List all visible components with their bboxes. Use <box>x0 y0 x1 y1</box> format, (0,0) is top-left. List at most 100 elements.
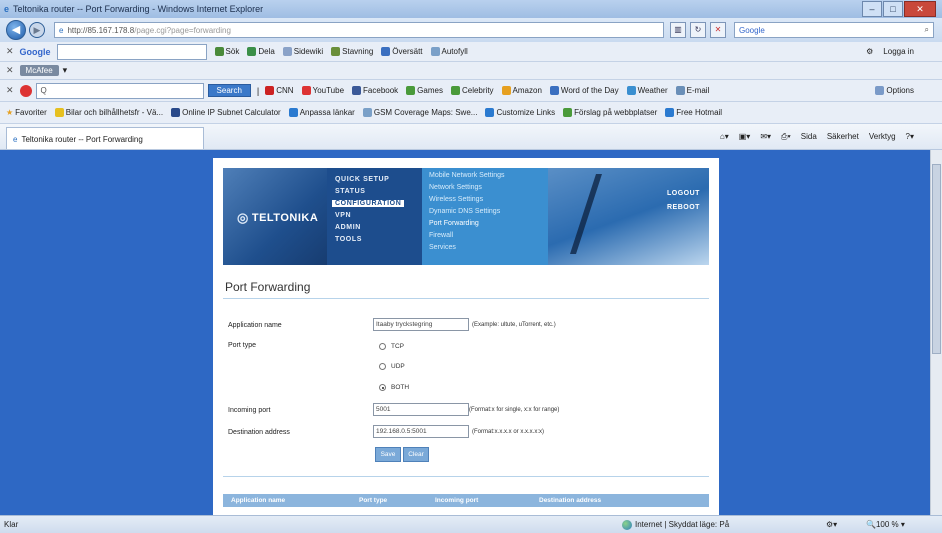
window-controls: – □ ✕ <box>861 1 936 17</box>
toolbar-search-button[interactable]: Search <box>207 84 251 97</box>
clear-button[interactable]: Clear <box>403 447 429 462</box>
mail-icon[interactable]: ✉▾ <box>760 132 771 141</box>
router-page: ◎ TELTONIKA QUICK SETUP STATUS CONFIGURAT… <box>213 158 719 515</box>
sign-in-link[interactable]: Logga in <box>883 47 914 56</box>
home-icon[interactable]: ⌂▾ <box>720 132 729 141</box>
subnav-mobile-network[interactable]: Mobile Network Settings <box>429 172 504 179</box>
print-icon[interactable]: ⎙▾ <box>781 132 791 142</box>
link-celebrity[interactable]: Celebrity <box>450 86 494 95</box>
search-icon[interactable]: ⌕ <box>925 25 929 35</box>
compat-view-icon[interactable]: ▥ <box>670 22 686 38</box>
status-text: Klar <box>4 520 19 529</box>
options-button[interactable]: Options <box>875 86 914 95</box>
google-brand: Google <box>19 46 51 57</box>
share-button[interactable]: Dela <box>247 47 275 56</box>
subnav-services[interactable]: Services <box>429 244 456 251</box>
reboot-link[interactable]: REBOOT <box>667 204 700 211</box>
link-games[interactable]: Games <box>406 86 443 95</box>
status-bar: Klar Internet | Skyddat läge: På ⚙▾ 🔍100… <box>0 515 942 533</box>
forward-button[interactable]: ▶ <box>29 22 45 38</box>
nav-status[interactable]: STATUS <box>335 188 366 195</box>
google-logo: Google <box>739 25 765 35</box>
link-email[interactable]: E-mail <box>675 86 709 95</box>
link-cnn[interactable]: CNN <box>265 86 294 95</box>
radio-udp[interactable]: UDP <box>379 363 405 370</box>
minimize-button[interactable]: – <box>862 1 882 17</box>
wrench-icon[interactable]: ⚙ <box>866 47 873 56</box>
link-youtube[interactable]: YouTube <box>301 86 344 95</box>
zoom-level[interactable]: 🔍100 % ▾ <box>866 520 905 529</box>
toolbar-search-input[interactable]: Q <box>35 82 204 99</box>
link-weather[interactable]: Weather <box>626 86 668 95</box>
nav-admin[interactable]: ADMIN <box>335 224 361 231</box>
subnav-wireless[interactable]: Wireless Settings <box>429 196 483 203</box>
link-word-of-the-day[interactable]: Word of the Day <box>549 86 619 95</box>
nav-configuration[interactable]: CONFIGURATION <box>332 200 405 207</box>
nav-tools[interactable]: TOOLS <box>335 236 362 243</box>
radio-both[interactable]: BOTH <box>379 384 409 391</box>
favorites-button[interactable]: ★ Favoriter <box>6 108 47 117</box>
translate-button[interactable]: Översätt <box>381 47 423 56</box>
mcafee-button[interactable]: McAfee <box>19 65 59 76</box>
page-icon: e <box>13 134 18 144</box>
fav-item[interactable]: Bilar och bilhållhetsfr - Vä... <box>54 108 163 117</box>
maximize-button[interactable]: □ <box>883 1 903 17</box>
address-input[interactable]: e http://85.167.178.8 /page.cgi?page=for… <box>54 22 664 38</box>
sidewiki-button[interactable]: Sidewiki <box>282 47 323 56</box>
tab-active[interactable]: e Teltonika router -- Port Forwarding <box>6 127 204 149</box>
refresh-icon[interactable]: ↻ <box>690 22 706 38</box>
chevron-down-icon[interactable]: ▾ <box>63 65 68 76</box>
web-search-input[interactable]: Google ⌕ <box>734 22 934 38</box>
fav-item[interactable]: GSM Coverage Maps: Swe... <box>362 108 477 117</box>
nav-quick-setup[interactable]: QUICK SETUP <box>335 176 389 183</box>
google-search-input[interactable] <box>56 43 207 60</box>
vertical-scrollbar[interactable] <box>930 150 942 515</box>
radio-label: UDP <box>391 363 405 370</box>
scrollbar-thumb[interactable] <box>932 164 941 354</box>
close-toolbar-icon[interactable]: ✕ <box>6 46 14 57</box>
close-button[interactable]: ✕ <box>904 1 936 17</box>
radio-tcp[interactable]: TCP <box>379 343 404 350</box>
logout-link[interactable]: LOGOUT <box>667 190 700 197</box>
page-menu[interactable]: Sida <box>801 132 817 141</box>
nav-vpn[interactable]: VPN <box>335 212 351 219</box>
spellcheck-button[interactable]: Stavning <box>331 47 373 56</box>
radio-label: TCP <box>391 343 404 350</box>
app-name-input[interactable]: Itaaby tryckstegring <box>373 318 469 331</box>
radio-circle <box>379 363 386 370</box>
fav-item[interactable]: Online IP Subnet Calculator <box>171 108 281 117</box>
subnav-firewall[interactable]: Firewall <box>429 232 453 239</box>
divider <box>223 476 709 477</box>
fav-item[interactable]: Förslag på webbplatser <box>563 108 657 117</box>
fav-item[interactable]: Customize Links <box>485 108 555 117</box>
link-amazon[interactable]: Amazon <box>501 86 542 95</box>
close-toolbar-icon[interactable]: ✕ <box>6 85 14 96</box>
incoming-port-input[interactable]: 5001 <box>373 403 469 416</box>
incoming-port-label: Incoming port <box>228 407 271 414</box>
subnav-ddns[interactable]: Dynamic DNS Settings <box>429 208 500 215</box>
google-search-button[interactable]: Sök <box>214 47 239 56</box>
fav-item[interactable]: Anpassa länkar <box>288 108 355 117</box>
feeds-icon[interactable]: ▣▾ <box>739 132 751 141</box>
help-icon[interactable]: ?▾ <box>906 132 914 141</box>
stop-icon[interactable]: ✕ <box>710 22 726 38</box>
fav-item[interactable]: Free Hotmail <box>665 108 722 117</box>
destination-input[interactable]: 192.168.0.5:5001 <box>373 425 469 438</box>
toolbar-logo-icon <box>19 84 32 97</box>
subnav-network[interactable]: Network Settings <box>429 184 482 191</box>
safety-menu[interactable]: Säkerhet <box>827 132 859 141</box>
page-viewport: ◎ TELTONIKA QUICK SETUP STATUS CONFIGURAT… <box>0 150 930 515</box>
close-toolbar-icon[interactable]: ✕ <box>6 65 14 76</box>
address-actions: ▥ ↻ ✕ <box>668 22 728 38</box>
security-zone[interactable]: Internet | Skyddat läge: På <box>622 519 729 530</box>
address-row: ◀ ▶ e http://85.167.178.8 /page.cgi?page… <box>0 18 942 42</box>
autofill-button[interactable]: Autofyll <box>430 47 468 56</box>
globe-icon <box>622 519 632 530</box>
link-facebook[interactable]: Facebook <box>352 86 398 95</box>
back-button[interactable]: ◀ <box>6 20 26 40</box>
save-button[interactable]: Save <box>375 447 401 462</box>
subnav-port-forwarding[interactable]: Port Forwarding <box>429 220 479 227</box>
protected-mode-icon[interactable]: ⚙▾ <box>826 520 837 529</box>
tools-menu[interactable]: Verktyg <box>869 132 896 141</box>
tab-title: Teltonika router -- Port Forwarding <box>21 134 143 144</box>
